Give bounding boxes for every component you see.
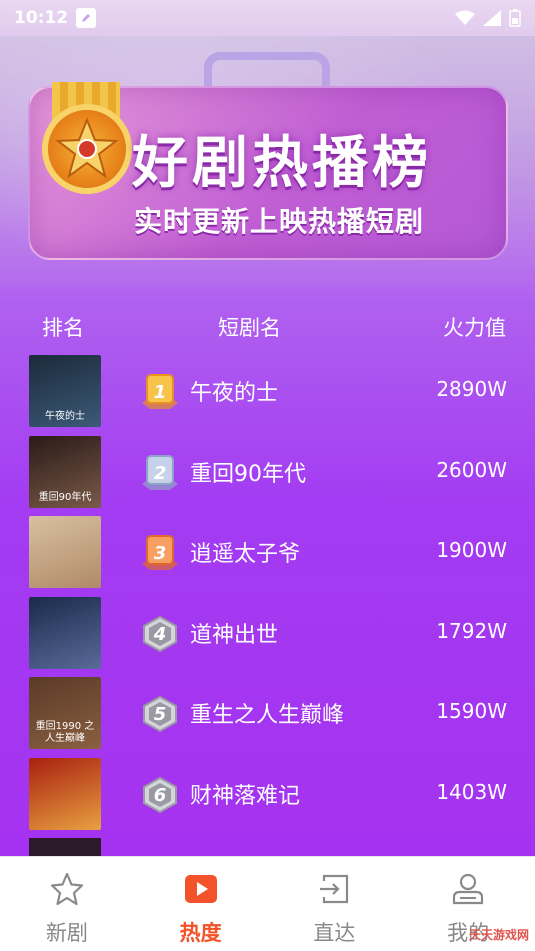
rank-badge-icon: 4 <box>140 615 180 653</box>
rank-badge-icon: 6 <box>140 776 180 814</box>
drama-cover-thumbnail[interactable]: 重回1990 之人生巅峰 <box>29 677 101 749</box>
ranking-row[interactable]: 午夜的士 1 午夜的士 2890W <box>0 355 535 427</box>
nav-item-new[interactable]: 新剧 <box>0 857 134 951</box>
ranking-row[interactable]: 重回1990 之人生巅峰 5 重生之人生巅峰 1590W <box>0 677 535 749</box>
drama-cover-thumbnail[interactable] <box>29 758 101 830</box>
heat-value: 1403W <box>436 780 507 804</box>
cover-caption: 重回1990 之人生巅峰 <box>35 721 95 744</box>
heat-value: 1590W <box>436 699 507 723</box>
heat-value: 1792W <box>436 619 507 643</box>
ranking-row[interactable]: 6 财神落难记 1403W <box>0 758 535 830</box>
heat-value: 2600W <box>436 458 507 482</box>
drama-title[interactable]: 道神出世 <box>190 617 278 649</box>
watermark-logo: 天天游戏网 <box>468 928 529 942</box>
bottom-nav: 新剧 热度 直达 我的 天天游戏网 <box>0 856 535 951</box>
drama-cover-thumbnail[interactable]: 午夜的士 <box>29 355 101 427</box>
thumbnail-partial <box>29 838 101 856</box>
rank-badge-icon: 3 <box>140 534 180 572</box>
drama-cover-thumbnail[interactable] <box>29 597 101 669</box>
drama-title[interactable]: 重回90年代 <box>190 456 306 488</box>
nav-label-new: 新剧 <box>45 921 88 945</box>
rank-badge-icon: 1 <box>140 373 180 411</box>
header-rank: 排名 <box>42 316 84 340</box>
drama-title[interactable]: 财神落难记 <box>190 778 300 810</box>
header-heat-value: 火力值 <box>443 316 506 340</box>
rank-badge-icon: 2 <box>140 454 180 492</box>
rank-number: 1 <box>153 381 167 403</box>
wifi-icon <box>455 10 475 25</box>
ranking-row[interactable]: 4 道神出世 1792W <box>0 597 535 669</box>
ranking-row[interactable]: 重回90年代 2 重回90年代 2600W <box>0 436 535 508</box>
status-bar: 10:12 <box>0 0 535 36</box>
battery-icon <box>509 9 521 27</box>
rank-number: 3 <box>153 542 167 564</box>
user-icon <box>453 873 484 905</box>
nav-item-direct[interactable]: 直达 <box>268 857 402 951</box>
drama-title[interactable]: 逍遥太子爷 <box>190 536 300 568</box>
rank-badge-icon: 5 <box>140 695 180 733</box>
rank-number: 4 <box>153 623 167 645</box>
heat-value: 1900W <box>436 538 507 562</box>
cover-caption: 午夜的士 <box>45 411 85 422</box>
edit-notification-icon <box>76 8 97 28</box>
play-icon <box>184 875 217 903</box>
nav-item-hot[interactable]: 热度 <box>134 857 268 951</box>
drama-title[interactable]: 重生之人生巅峰 <box>190 697 344 729</box>
heat-value: 2890W <box>436 377 507 401</box>
signal-icon <box>483 10 501 26</box>
medal-star-icon <box>42 104 132 194</box>
drama-cover-thumbnail[interactable]: 重回90年代 <box>29 436 101 508</box>
nav-label-hot: 热度 <box>179 921 222 945</box>
rank-number: 5 <box>153 703 167 725</box>
status-time: 10:12 <box>14 8 69 28</box>
nav-label-direct: 直达 <box>313 921 356 945</box>
banner-subtitle: 实时更新上映热播短剧 <box>134 205 425 238</box>
star-icon <box>50 872 83 906</box>
drama-title[interactable]: 午夜的士 <box>190 375 278 407</box>
cover-caption: 重回90年代 <box>38 492 92 503</box>
header-drama-name: 短剧名 <box>218 316 281 340</box>
rank-number: 6 <box>153 784 167 806</box>
enter-icon <box>320 874 349 904</box>
rank-number: 2 <box>153 462 167 484</box>
banner-title: 好剧热播榜 <box>132 131 432 196</box>
drama-cover-thumbnail[interactable] <box>29 516 101 588</box>
ranking-row[interactable]: 3 逍遥太子爷 1900W <box>0 516 535 588</box>
